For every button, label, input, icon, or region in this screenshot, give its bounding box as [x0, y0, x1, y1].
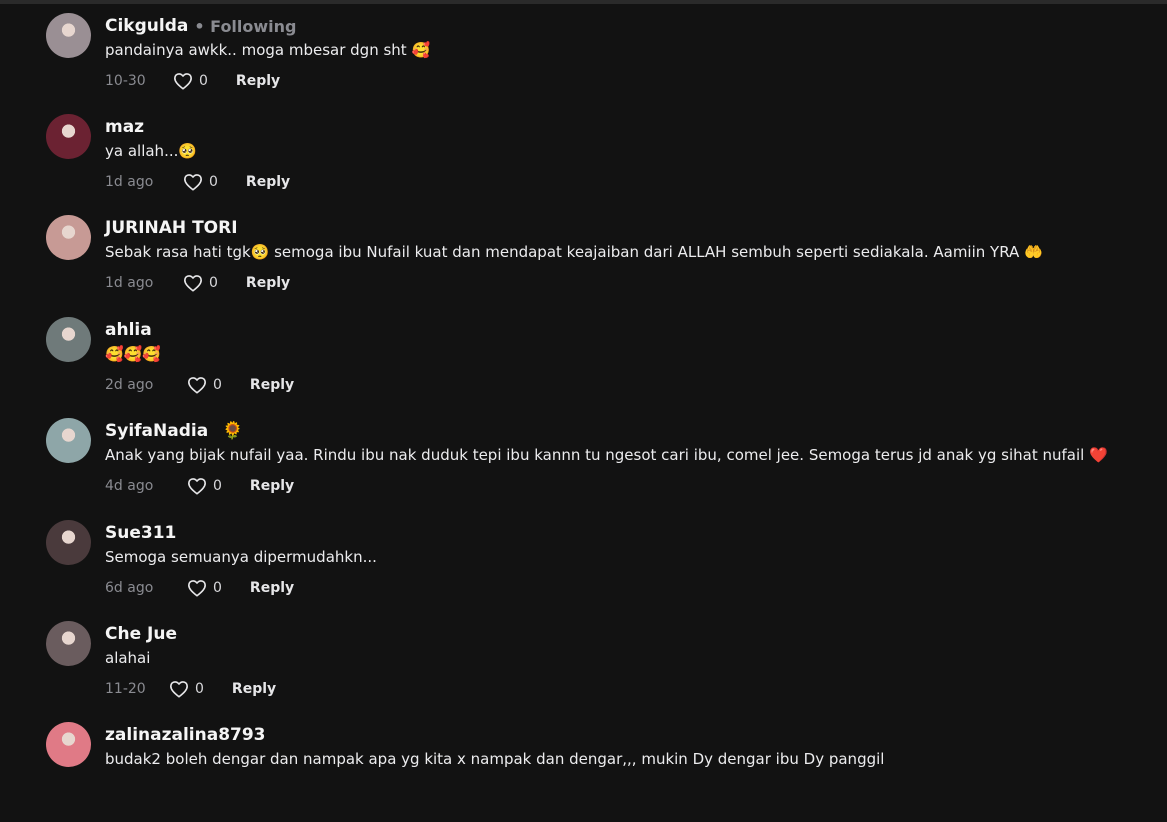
like-count: 0 [213, 377, 222, 393]
comment-meta: 2d ago 0 Reply [105, 374, 1156, 396]
like-button[interactable]: 0 [183, 173, 218, 191]
like-button[interactable]: 0 [187, 579, 222, 597]
comment-item: maz ya allah...🥺 1d ago 0 Reply [46, 114, 1156, 214]
comment-item: Cikgulda • Following pandainya awkk.. mo… [46, 13, 1156, 113]
comment-meta: 6d ago 0 Reply [105, 577, 1156, 599]
avatar[interactable] [46, 722, 91, 767]
comment-meta: 4d ago 0 Reply [105, 475, 1156, 497]
reply-button[interactable]: Reply [250, 377, 294, 393]
comment-item: SyifaNadia 🌻 Anak yang bijak nufail yaa.… [46, 418, 1156, 518]
avatar[interactable] [46, 520, 91, 565]
like-button[interactable]: 0 [173, 72, 208, 90]
heart-icon [174, 73, 192, 90]
comment-text: 🥰🥰🥰 [105, 345, 162, 363]
comment-meta: 1d ago 0 Reply [105, 272, 1156, 294]
like-button[interactable]: 0 [169, 680, 204, 698]
comment-date: 6d ago [105, 580, 154, 596]
comment-item: ahlia 🥰🥰🥰 2d ago 0 Reply [46, 317, 1156, 417]
comment-date: 2d ago [105, 377, 154, 393]
comment-username[interactable]: zalinazalina8793 [105, 725, 266, 745]
like-button[interactable]: 0 [187, 376, 222, 394]
like-button[interactable]: 0 [187, 477, 222, 495]
comment-meta: 11-20 0 Reply [105, 678, 1156, 700]
heart-icon [170, 681, 188, 698]
avatar[interactable] [46, 621, 91, 666]
avatar[interactable] [46, 317, 91, 362]
like-count: 0 [213, 478, 222, 494]
heart-icon [184, 275, 202, 292]
avatar[interactable] [46, 114, 91, 159]
reply-button[interactable]: Reply [232, 681, 276, 697]
comment-date: 10-30 [105, 73, 146, 89]
comment-meta: 10-30 0 Reply [105, 70, 1156, 92]
comment-text: ya allah...🥺 [105, 142, 198, 160]
reply-button[interactable]: Reply [250, 478, 294, 494]
reply-button[interactable]: Reply [236, 73, 280, 89]
comment-text: Sebak rasa hati tgk🥺 semoga ibu Nufail k… [105, 243, 1043, 261]
comment-date: 4d ago [105, 478, 154, 494]
comment-username[interactable]: Cikgulda [105, 16, 188, 36]
comment-text: Anak yang bijak nufail yaa. Rindu ibu na… [105, 446, 1108, 464]
comment-text: pandainya awkk.. moga mbesar dgn sht 🥰 [105, 41, 431, 59]
like-count: 0 [195, 681, 204, 697]
heart-icon [188, 580, 206, 597]
comment-username[interactable]: Sue311 [105, 523, 176, 543]
avatar[interactable] [46, 418, 91, 463]
comment-text: budak2 boleh dengar dan nampak apa yg ki… [105, 750, 885, 768]
like-count: 0 [209, 174, 218, 190]
comment-date: 1d ago [105, 174, 154, 190]
like-count: 0 [199, 73, 208, 89]
comment-date: 1d ago [105, 275, 154, 291]
reply-button[interactable]: Reply [246, 275, 290, 291]
comment-username[interactable]: ahlia [105, 320, 152, 340]
comment-text: Semoga semuanya dipermudahkn... [105, 548, 377, 566]
comment-item: Che Jue alahai 11-20 0 Reply [46, 621, 1156, 721]
comment-text: alahai [105, 649, 151, 667]
like-button[interactable]: 0 [183, 274, 218, 292]
comment-item: Sue311 Semoga semuanya dipermudahkn... 6… [46, 520, 1156, 620]
reply-button[interactable]: Reply [250, 580, 294, 596]
user-badge-icon: 🌻 [222, 420, 244, 441]
like-count: 0 [213, 580, 222, 596]
comment-meta: 1d ago 0 Reply [105, 171, 1156, 193]
comment-date: 11-20 [105, 681, 146, 697]
like-count: 0 [209, 275, 218, 291]
comment-username[interactable]: SyifaNadia [105, 421, 208, 441]
comment-item: JURINAH TORI Sebak rasa hati tgk🥺 semoga… [46, 215, 1156, 315]
comment-username[interactable]: maz [105, 117, 144, 137]
following-label: • Following [194, 16, 297, 36]
heart-icon [188, 478, 206, 495]
comment-item: zalinazalina8793 budak2 boleh dengar dan… [46, 722, 1156, 822]
comment-username[interactable]: Che Jue [105, 624, 177, 644]
reply-button[interactable]: Reply [246, 174, 290, 190]
avatar[interactable] [46, 13, 91, 58]
avatar[interactable] [46, 215, 91, 260]
heart-icon [188, 377, 206, 394]
heart-icon [184, 174, 202, 191]
comment-username[interactable]: JURINAH TORI [105, 218, 238, 238]
top-divider [0, 0, 1167, 4]
